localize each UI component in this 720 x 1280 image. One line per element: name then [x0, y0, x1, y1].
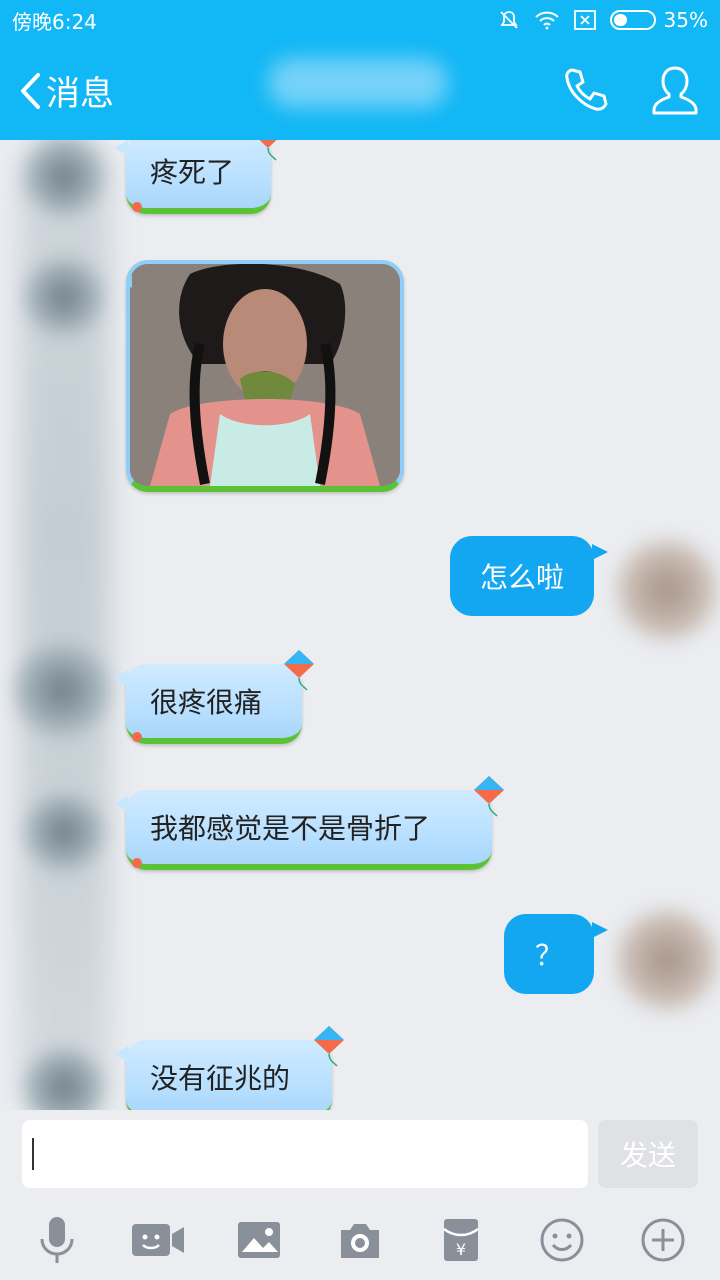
red-packet-icon[interactable]: ¥ — [431, 1210, 491, 1270]
back-button[interactable]: 消息 — [18, 66, 114, 115]
svg-text:¥: ¥ — [456, 1240, 466, 1259]
sender-avatar[interactable] — [12, 640, 112, 740]
video-call-icon[interactable] — [128, 1210, 188, 1270]
sender-avatar[interactable] — [22, 790, 106, 874]
plus-icon[interactable] — [633, 1210, 693, 1270]
outgoing-message[interactable]: 怎么啦 — [450, 536, 608, 616]
own-avatar[interactable] — [612, 905, 720, 1015]
input-toolbar: ¥ — [0, 1200, 720, 1280]
status-icons: 35% — [498, 8, 708, 32]
pin-decoration-icon — [132, 202, 142, 212]
kite-sticker-icon — [474, 776, 504, 817]
incoming-message[interactable]: 我都感觉是不是骨折了 — [114, 776, 504, 870]
contact-name-redacted — [268, 58, 448, 108]
message-text: 没有征兆的 — [150, 1062, 291, 1095]
emoji-icon[interactable] — [532, 1210, 592, 1270]
pin-decoration-icon — [132, 858, 142, 868]
chevron-left-icon — [21, 72, 40, 109]
status-bar: 傍晚6:24 35% — [0, 0, 720, 40]
meme-photo — [130, 264, 400, 486]
image-icon[interactable] — [229, 1210, 289, 1270]
incoming-message[interactable]: 没有征兆的 — [114, 1026, 344, 1110]
battery-icon — [609, 10, 656, 30]
outgoing-message[interactable]: ？ — [504, 914, 608, 994]
battery-percent: 35% — [663, 8, 708, 32]
mute-icon — [498, 9, 520, 31]
text-caret — [32, 1138, 34, 1170]
message-text: ？ — [534, 939, 563, 972]
chat-header: 消息 — [0, 40, 720, 140]
message-text: 很疼很痛 — [150, 686, 263, 719]
message-text: 怎么啦 — [479, 561, 564, 594]
no-sim-icon — [573, 10, 596, 30]
kite-sticker-icon — [284, 650, 314, 691]
message-text: 我都感觉是不是骨折了 — [150, 812, 431, 845]
kite-sticker-icon — [314, 1026, 344, 1067]
kite-sticker-icon — [259, 140, 277, 161]
image-message[interactable] — [126, 260, 404, 492]
pin-decoration-icon — [132, 732, 142, 742]
incoming-message[interactable]: 很疼很痛 — [114, 650, 314, 744]
message-text: 疼死了 — [150, 156, 235, 189]
phone-icon[interactable] — [560, 64, 610, 118]
camera-icon[interactable] — [330, 1210, 390, 1270]
message-list[interactable]: 疼死了 怎么啦 很疼很痛 我都感觉是不是骨折了 ？ 没有征兆的 — [0, 140, 720, 1110]
microphone-icon[interactable] — [27, 1210, 87, 1270]
status-time: 傍晚6:24 — [12, 9, 97, 34]
contact-profile-icon[interactable] — [650, 64, 700, 122]
battery-indicator: 35% — [609, 8, 708, 32]
own-avatar[interactable] — [612, 535, 720, 645]
sender-avatar[interactable] — [22, 255, 106, 339]
wifi-icon — [534, 10, 560, 30]
message-input[interactable] — [22, 1120, 588, 1188]
composer: 发送 — [0, 1110, 720, 1200]
back-label: 消息 — [46, 74, 114, 114]
incoming-message[interactable]: 疼死了 — [114, 140, 277, 214]
send-button[interactable]: 发送 — [598, 1120, 698, 1188]
